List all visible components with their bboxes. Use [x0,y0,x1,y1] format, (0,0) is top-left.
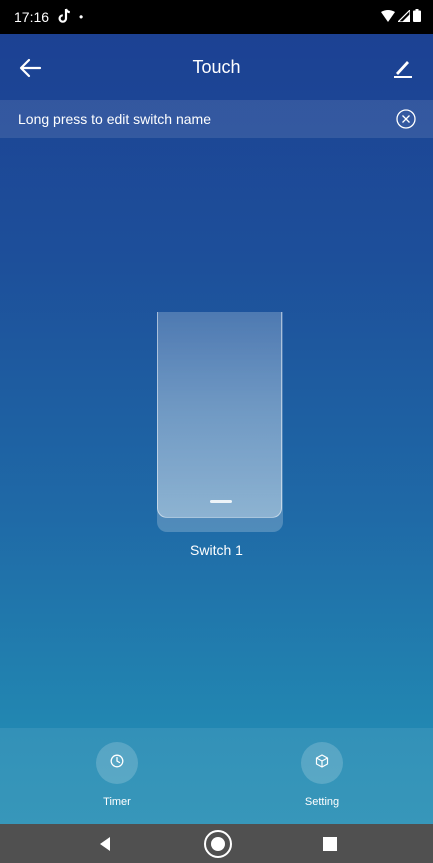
timer-button[interactable]: Timer [67,742,167,808]
back-arrow-icon[interactable] [18,56,44,80]
nav-back-icon[interactable] [75,824,135,863]
nav-recents-icon[interactable] [300,824,360,863]
signal-icon [396,8,411,25]
hint-text: Long press to edit switch name [18,111,211,127]
status-time: 17:16 [14,9,50,25]
switch-control [157,312,283,532]
setting-circle [301,742,343,784]
timer-label: Timer [103,796,131,808]
switch-indicator [210,500,232,503]
status-dot: • [79,10,84,24]
switch-label[interactable]: Switch 1 [0,542,433,558]
status-right [381,8,421,25]
wifi-icon [381,9,395,25]
nav-home-icon[interactable] [188,824,248,863]
page-title: Touch [192,56,241,77]
setting-label: Setting [304,796,340,808]
status-bar: 17:16 • [0,0,433,34]
settings-cube-icon [315,753,329,773]
setting-button[interactable]: Setting [272,742,372,808]
timer-circle [96,742,138,784]
edit-name-hint-banner: Long press to edit switch name [0,100,433,138]
switch-1-toggle[interactable] [157,312,282,518]
system-nav-bar [0,824,433,863]
status-left: 17:16 • [14,8,83,27]
bottom-action-bar: Timer Setting [0,728,433,824]
edit-pencil-icon[interactable] [391,56,415,80]
close-circle-icon[interactable] [395,108,417,130]
battery-icon [413,9,421,25]
app-bar: Touch [0,34,433,100]
tiktok-icon [57,8,71,27]
clock-icon [110,754,124,773]
